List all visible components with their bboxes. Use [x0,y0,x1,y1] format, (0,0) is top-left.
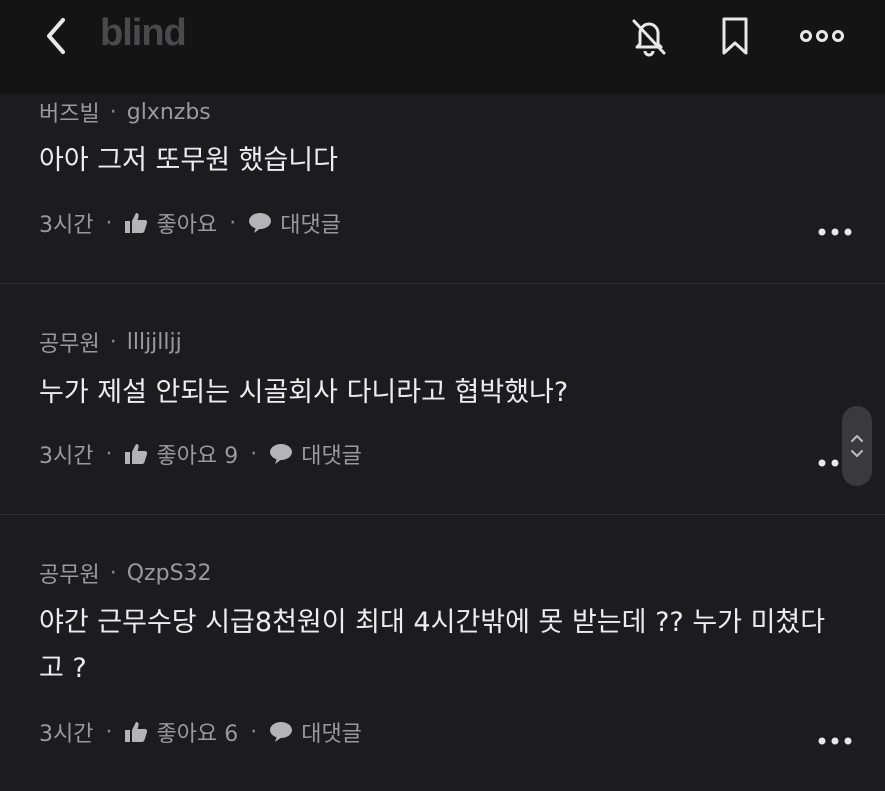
comment-text: 야간 근무수당 시급8천원이 최대 4시간밖에 못 받는데 ?? 누가 미쳤다고… [39,607,826,684]
speech-bubble-icon [269,721,293,743]
action-separator: · [105,719,113,745]
comment-divider [0,514,885,515]
more-options-button[interactable] [796,10,848,62]
action-separator: · [105,210,113,236]
thumbs-up-icon [124,211,148,235]
like-label: 좋아요 [156,213,218,238]
company-name: 공무원 [39,332,100,357]
action-separator: · [250,441,258,467]
fast-scroll-handle[interactable] [842,406,872,486]
author-nickname[interactable]: glxnzbs [127,100,211,125]
bell-off-icon [632,19,666,57]
speech-bubble-icon [248,212,272,234]
comment-meta: 공무원 · QzpS32 [39,557,212,589]
comment-actions: 3시간 · 좋아요 6 · 대댓글 [39,716,362,748]
bookmark-button[interactable] [709,10,761,62]
comment-divider [0,283,885,284]
company-name: 공무원 [39,563,100,588]
meta-separator: · [109,99,117,125]
like-button[interactable]: 좋아요 [124,207,217,239]
more-dots-icon [818,737,852,745]
page: blind 버즈빌 · glxnzbs 아아 그저 또무원 했습니다 3시간 ·… [0,0,885,791]
meta-separator: · [109,329,117,355]
reply-label: 대댓글 [301,444,362,469]
author-nickname[interactable]: QzpS32 [127,561,212,586]
like-label: 좋아요 9 [156,444,239,469]
back-chevron-icon [47,18,65,54]
like-button[interactable]: 좋아요 9 [124,438,238,470]
thumbs-up-icon [124,442,148,466]
comment-time: 3시간 [39,444,94,469]
bookmark-icon [722,17,748,55]
reply-button[interactable]: 대댓글 [269,438,362,470]
notification-toggle-button[interactable] [623,10,675,62]
more-dots-icon [818,228,852,236]
company-name: 버즈빌 [39,102,100,127]
action-separator: · [229,210,237,236]
action-separator: · [250,719,258,745]
reply-button[interactable]: 대댓글 [269,716,362,748]
top-app-bar: blind [0,0,885,94]
comment-meta: 공무원 · llljjlljj [39,326,182,358]
back-button[interactable] [30,10,82,62]
more-horizontal-icon [800,30,844,42]
chevron-down-icon [851,450,863,457]
blind-logo: blind [100,12,187,54]
comment-more-button[interactable] [815,221,855,243]
like-label: 좋아요 6 [156,722,239,747]
reply-label: 대댓글 [280,213,341,238]
like-button[interactable]: 좋아요 6 [124,716,238,748]
comment-text: 아아 그저 또무원 했습니다 [39,145,338,176]
chevron-up-icon [851,435,863,442]
comment-time: 3시간 [39,213,94,238]
reply-button[interactable]: 대댓글 [248,207,341,239]
comment-meta: 버즈빌 · glxnzbs [39,96,211,128]
speech-bubble-icon [269,443,293,465]
comment-text: 누가 제설 안되는 시골회사 다니라고 협박했나? [39,377,569,408]
author-nickname[interactable]: llljjlljj [127,330,182,355]
thumbs-up-icon [124,720,148,744]
comment-actions: 3시간 · 좋아요 · 대댓글 [39,207,341,239]
action-separator: · [105,441,113,467]
meta-separator: · [109,560,117,586]
comment-actions: 3시간 · 좋아요 9 · 대댓글 [39,438,362,470]
reply-label: 대댓글 [301,722,362,747]
comment-more-button[interactable] [815,730,855,752]
comment-time: 3시간 [39,722,94,747]
